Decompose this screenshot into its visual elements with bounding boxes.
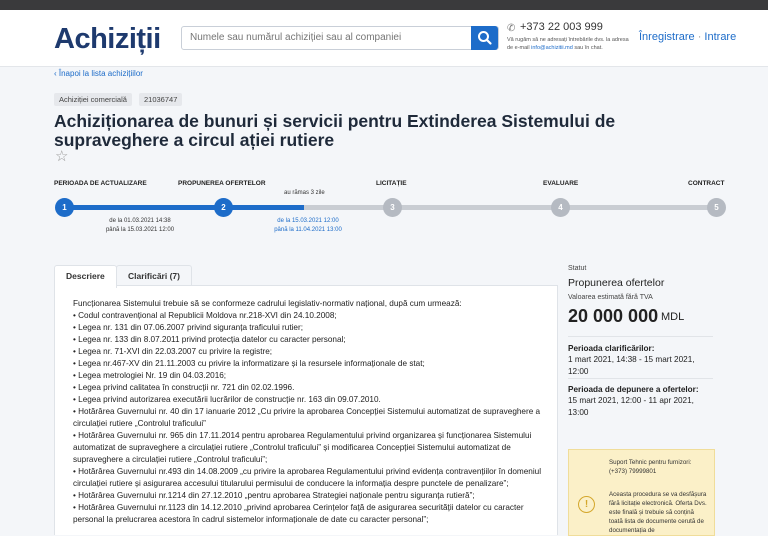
stage-1-end: până la 15.03.2021 12:00 — [105, 227, 175, 233]
description-line: • Hotărârea Guvernului nr. 40 din 17 ian… — [73, 407, 541, 428]
contact-email-link[interactable]: info@achizitii.md — [531, 45, 573, 51]
browser-top-bar — [0, 0, 768, 10]
support-phone[interactable]: +373 22 003 999 — [520, 21, 603, 33]
status-value: Propunerea ofertelor — [568, 277, 665, 289]
description-line: • Codul contravențional al Republicii Mo… — [73, 311, 337, 320]
contact-info-line1: Vă rugăm să ne adresați întrebările dvs.… — [507, 37, 629, 43]
register-link[interactable]: Înregistrare — [639, 31, 695, 43]
divider — [568, 336, 713, 337]
description-text: Funcționarea Sistemului trebuie să se co… — [73, 298, 553, 526]
stage-1-start: de la 01.03.2021 14:38 — [109, 218, 171, 224]
phone-icon: ✆ — [507, 23, 516, 34]
contact-email-suffix: sau în chat. — [572, 45, 603, 51]
clarification-period-dates: 1 mart 2021, 14:38 - 15 mart 2021, 12:00 — [568, 355, 695, 376]
description-line: • Hotărârea Guvernului nr.1123 din 14.12… — [73, 503, 524, 524]
currency: MDL — [661, 311, 685, 323]
description-line: Funcționarea Sistemului trebuie să se co… — [73, 299, 462, 308]
warning-text: Aceasta procedura se va desfășura fără l… — [609, 491, 707, 534]
description-line: • Hotărârea Guvernului nr.1214 din 27.12… — [73, 491, 475, 500]
description-line: • Legea nr. 131 din 07.06.2007 privind s… — [73, 323, 303, 332]
stage-step-5: 5 — [707, 198, 726, 217]
contact-email-prefix: de e-mail — [507, 45, 532, 51]
description-line: • Hotărârea Guvernului nr. 965 din 17.11… — [73, 431, 532, 464]
description-line: • Legea metrologiei Nr. 19 din 04.03.201… — [73, 371, 227, 380]
search-button[interactable] — [471, 26, 498, 50]
description-line: • Legea privind autorizarea executării l… — [73, 395, 381, 404]
support-title: Suport Tehnic pentru furnizori: — [609, 459, 692, 466]
warning-icon: ! — [578, 496, 595, 513]
tab-description[interactable]: Descriere — [54, 265, 117, 288]
search-box — [181, 26, 499, 50]
auth-links: Înregistrare · Intrare — [639, 31, 736, 43]
stage-step-4: 4 — [551, 198, 570, 217]
clarification-period-title: Perioada clarificărilor: — [568, 344, 655, 353]
back-to-list-link[interactable]: ‹ Înapoi la lista achizițiilor — [54, 69, 143, 78]
stage-label-4: EVALUARE — [543, 180, 579, 187]
stage-step-3: 3 — [383, 198, 402, 217]
search-input[interactable] — [182, 27, 472, 47]
description-line: • Legea nr.467-XV din 21.11.2003 cu priv… — [73, 359, 425, 368]
status-label: Statut — [568, 265, 587, 272]
contact-info-line2: de e-mail info@achizitii.md sau în chat. — [507, 44, 637, 52]
divider — [568, 378, 713, 379]
description-line: • Hotărârea Guvernului nr.493 din 14.08.… — [73, 467, 542, 488]
stage-label-5: CONTRACT — [688, 180, 725, 187]
contact-info: Vă rugăm să ne adresați întrebările dvs.… — [507, 36, 637, 52]
clarification-period: Perioada clarificărilor: 1 mart 2021, 14… — [568, 343, 713, 378]
support-phone-number[interactable]: (+373) 79999801 — [609, 467, 709, 476]
stage-label-2: PROPUNEREA OFERTELOR — [178, 180, 266, 187]
support-box: Suport Tehnic pentru furnizori: (+373) 7… — [568, 449, 715, 536]
auth-separator: · — [694, 31, 705, 43]
procurement-id-tag: 21036747 — [139, 93, 183, 106]
time-remaining: au rămas 3 zile — [284, 190, 325, 196]
site-header: Achiziții ✆ +373 22 003 999 Vă rugăm să … — [0, 10, 768, 67]
star-outline-icon[interactable]: ☆ — [55, 147, 68, 165]
stages-timeline: PERIOADA DE ACTUALIZARE PROPUNEREA OFERT… — [0, 176, 768, 238]
page-title: Achiziționarea de bunuri și servicii pen… — [54, 111, 616, 150]
offers-period: Perioada de depunere a ofertelor: 15 mar… — [568, 384, 713, 419]
timeline-progress — [64, 205, 304, 210]
description-line: • Legea nr. 71-XVI din 22.03.2007 cu pri… — [73, 347, 273, 356]
stage-label-3: LICITAȚIE — [376, 180, 407, 187]
stage-step-1: 1 — [55, 198, 74, 217]
stage-2-end: până la 11.04.2021 13:00 — [274, 227, 342, 233]
stage-step-2: 2 — [214, 198, 233, 217]
support-contact: Suport Tehnic pentru furnizori: (+373) 7… — [609, 458, 709, 476]
stage-2-start: de la 15.03.2021 12:00 — [277, 218, 339, 224]
stage-1-dates: de la 01.03.2021 14:38 până la 15.03.202… — [94, 217, 186, 235]
description-line: • Legea nr. 133 din 8.07.2011 privind pr… — [73, 335, 346, 344]
offers-period-title: Perioada de depunere a ofertelor: — [568, 385, 699, 394]
login-link[interactable]: Intrare — [704, 31, 736, 43]
offers-period-dates: 15 mart 2021, 12:00 - 11 apr 2021, 13:00 — [568, 396, 694, 417]
tab-clarifications[interactable]: Clarificări (7) — [116, 265, 192, 287]
category-tag: Achiziției comercială — [54, 93, 132, 106]
site-logo[interactable]: Achiziții — [54, 23, 161, 56]
stage-label-1: PERIOADA DE ACTUALIZARE — [54, 180, 147, 187]
estimated-value-label: Valoarea estimată fără TVA — [568, 294, 653, 301]
description-line: • Legea privind calitatea în construcții… — [73, 383, 295, 392]
estimated-amount: 20 000 000 — [568, 306, 659, 326]
search-icon — [478, 31, 492, 45]
stage-2-dates: de la 15.03.2021 12:00 până la 11.04.202… — [262, 217, 354, 235]
